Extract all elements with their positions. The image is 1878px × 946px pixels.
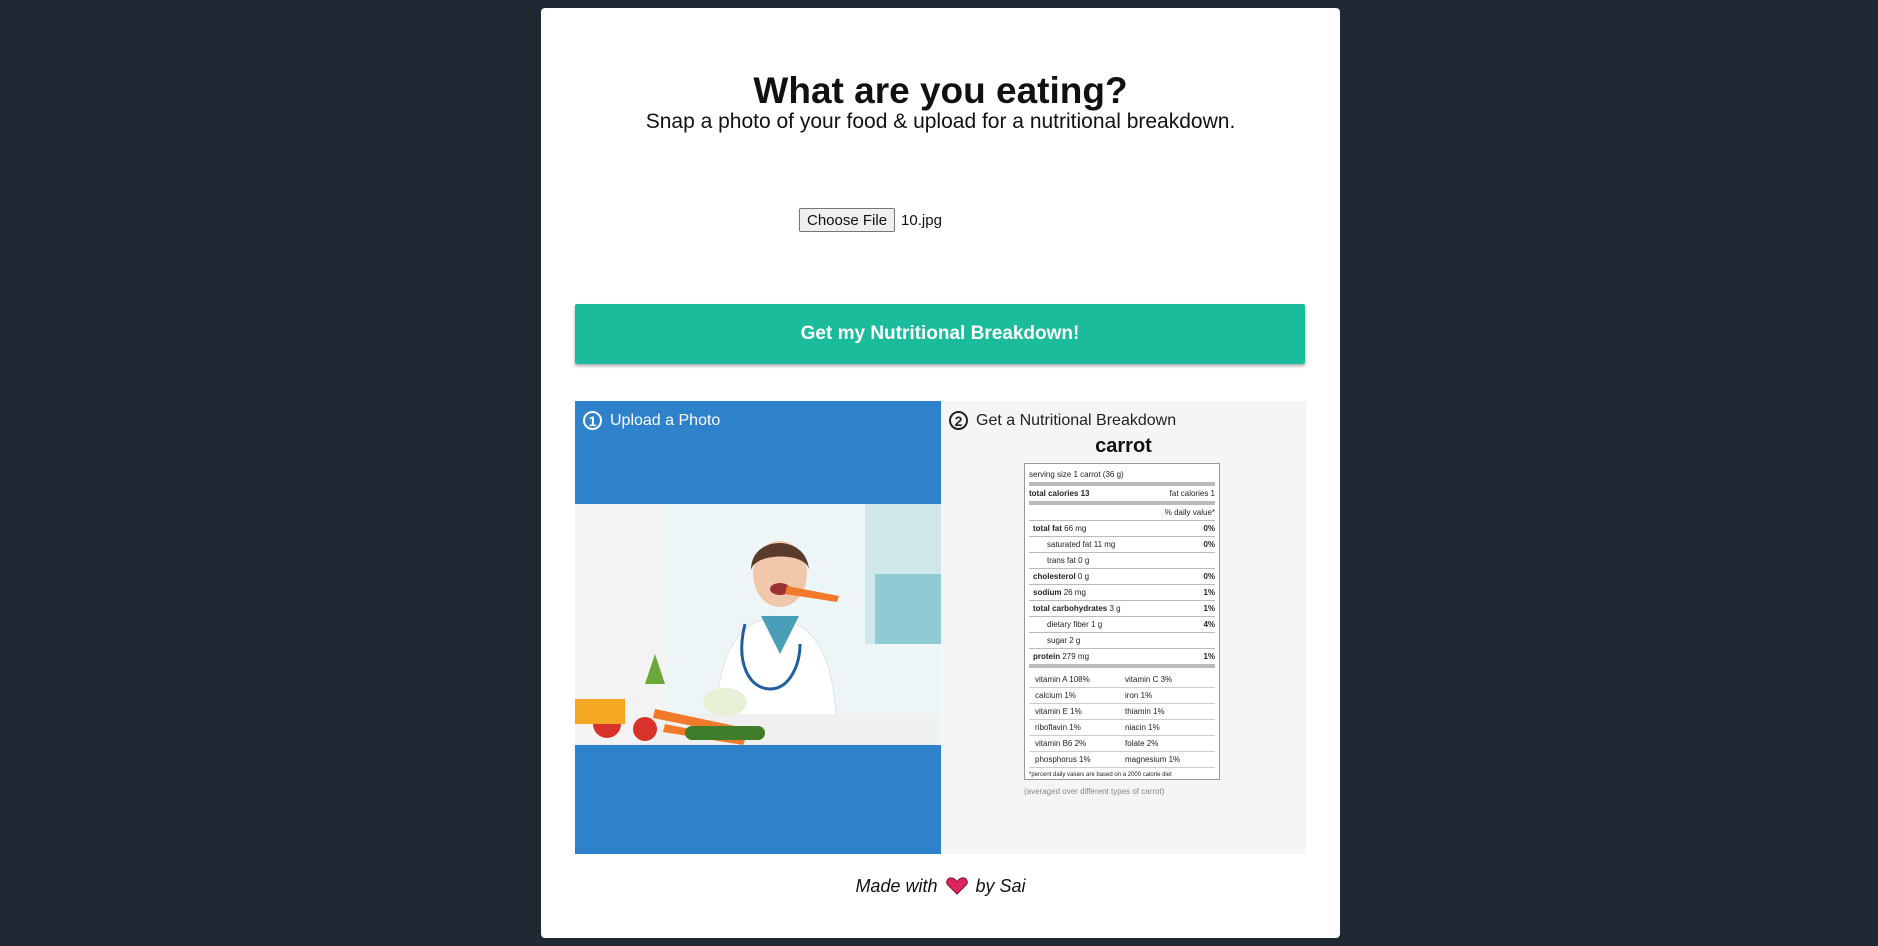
- serving-size-row: serving size 1 carrot (36 g): [1029, 467, 1215, 486]
- serving-size: serving size 1 carrot (36 g): [1029, 470, 1124, 479]
- total-calories: total calories 13: [1029, 489, 1090, 498]
- nutrient-pct: 1%: [1203, 604, 1215, 613]
- selected-file-name: 10.jpg: [901, 211, 942, 229]
- vitamin-value: folate 2%: [1125, 739, 1159, 748]
- vitamin-value: vitamin C 3%: [1125, 675, 1173, 684]
- step2-label: Get a Nutritional Breakdown: [976, 411, 1177, 429]
- vitamin-value: niacin 1%: [1125, 723, 1160, 732]
- nutrient-name: total carbohydrates: [1033, 604, 1108, 613]
- get-breakdown-button[interactable]: Get my Nutritional Breakdown!: [575, 304, 1305, 364]
- choose-file-button[interactable]: Choose File: [799, 208, 896, 232]
- vitamin-value: iron 1%: [1125, 691, 1153, 700]
- vitamin-value: vitamin B6 2%: [1035, 739, 1087, 748]
- vitamin-value: phosphorus 1%: [1035, 755, 1091, 764]
- vitamin-value: riboflavin 1%: [1035, 723, 1081, 732]
- nutrient-amount: 1 g: [1091, 620, 1103, 629]
- step1-header: 1 Upload a Photo: [583, 411, 720, 430]
- nutrient-row: sodium 26 mg 1%: [1029, 585, 1215, 601]
- vitamin-value: thiamin 1%: [1125, 707, 1165, 716]
- nutrient-amount: 26 mg: [1063, 588, 1086, 597]
- main-card: What are you eating? Snap a photo of you…: [541, 8, 1340, 938]
- vitamin-row: phosphorus 1% magnesium 1%: [1029, 752, 1215, 768]
- steps-panel: 1 Upload a Photo 2 Get a Nutritional Bre…: [575, 401, 1306, 854]
- page-title: What are you eating?: [753, 70, 1128, 111]
- daily-value-header: % daily value*: [1164, 508, 1215, 517]
- nutrient-name: total fat: [1033, 524, 1062, 533]
- fat-calories: fat calories 1: [1169, 489, 1215, 498]
- footer-made-with: Made with: [855, 876, 938, 896]
- nutrient-row: trans fat 0 g: [1029, 553, 1215, 569]
- food-name: carrot: [1095, 435, 1152, 457]
- nutrition-step: 2 Get a Nutritional Breakdown carrot ser…: [941, 401, 1306, 854]
- nutrient-row: sugar 2 g: [1029, 633, 1215, 649]
- nutrient-amount: 0 g: [1077, 572, 1090, 581]
- vitamin-row: calcium 1% iron 1%: [1029, 688, 1215, 704]
- nutrition-label: serving size 1 carrot (36 g) total calor…: [1024, 463, 1220, 780]
- nutrient-name: cholesterol: [1033, 572, 1076, 581]
- nutrient-pct: 0%: [1203, 524, 1215, 533]
- vitamin-row: vitamin B6 2% folate 2%: [1029, 736, 1215, 752]
- nutrient-row: protein 279 mg 1%: [1029, 649, 1215, 668]
- nutrient-pct: 0%: [1203, 540, 1215, 549]
- footer-credit: Made with by Sai: [541, 876, 1340, 897]
- daily-value-header-row: % daily value*: [1029, 505, 1215, 521]
- doctor-eating-carrot-image: [575, 504, 941, 745]
- footer-author: by Sai: [975, 876, 1026, 896]
- upload-photo-step: 1 Upload a Photo: [575, 401, 941, 854]
- nutrient-name: protein: [1033, 652, 1061, 661]
- nutrient-amount: 0 g: [1078, 556, 1090, 565]
- nutrient-amount: 66 mg: [1064, 524, 1087, 533]
- nutrient-name: trans fat: [1047, 556, 1076, 565]
- vitamin-value: magnesium 1%: [1125, 755, 1181, 764]
- nutrient-row: saturated fat 11 mg 0%: [1029, 537, 1215, 553]
- daily-value-footnote: *percent daily values are based on a 200…: [1029, 772, 1172, 778]
- heart-icon: [945, 877, 968, 895]
- nutrient-amount: 3 g: [1109, 604, 1121, 613]
- step1-label: Upload a Photo: [610, 411, 721, 429]
- nutrient-name: dietary fiber: [1047, 620, 1089, 629]
- nutrient-name: sodium: [1033, 588, 1062, 597]
- nutrient-pct: 0%: [1203, 572, 1215, 581]
- uploaded-food-photo: [575, 504, 941, 745]
- nutrient-name: sugar: [1047, 636, 1068, 645]
- step1-number: 1: [583, 411, 602, 430]
- nutrient-row: dietary fiber 1 g 4%: [1029, 617, 1215, 633]
- nutrient-row: total carbohydrates 3 g 1%: [1029, 601, 1215, 617]
- nutrient-amount: 11 mg: [1093, 540, 1116, 549]
- vitamin-row: riboflavin 1% niacin 1%: [1029, 720, 1215, 736]
- vitamin-value: vitamin E 1%: [1035, 707, 1082, 716]
- vitamin-value: calcium 1%: [1035, 691, 1076, 700]
- nutrient-row: cholesterol 0 g 0%: [1029, 569, 1215, 585]
- vitamin-row: vitamin E 1% thiamin 1%: [1029, 704, 1215, 720]
- nutrient-name: saturated fat: [1047, 540, 1092, 549]
- nutrient-pct: 1%: [1203, 588, 1215, 597]
- page-subtitle: Snap a photo of your food & upload for a…: [645, 110, 1236, 133]
- step2-number: 2: [949, 411, 968, 430]
- calories-row: total calories 13 fat calories 1: [1029, 486, 1215, 505]
- vitamin-value: vitamin A 108%: [1035, 675, 1090, 684]
- nutrient-pct: 1%: [1203, 652, 1215, 661]
- step2-header: 2 Get a Nutritional Breakdown: [949, 411, 1176, 430]
- vitamin-row: vitamin A 108% vitamin C 3%: [1029, 672, 1215, 688]
- file-upload: Choose File 10.jpg: [799, 208, 942, 232]
- nutrient-amount: 2 g: [1069, 636, 1081, 645]
- nutrient-amount: 279 mg: [1062, 652, 1090, 661]
- nutrient-pct: 4%: [1203, 620, 1215, 629]
- nutrient-row: total fat 66 mg 0%: [1029, 521, 1215, 537]
- averaged-note: (averaged over different types of carrot…: [1024, 787, 1165, 796]
